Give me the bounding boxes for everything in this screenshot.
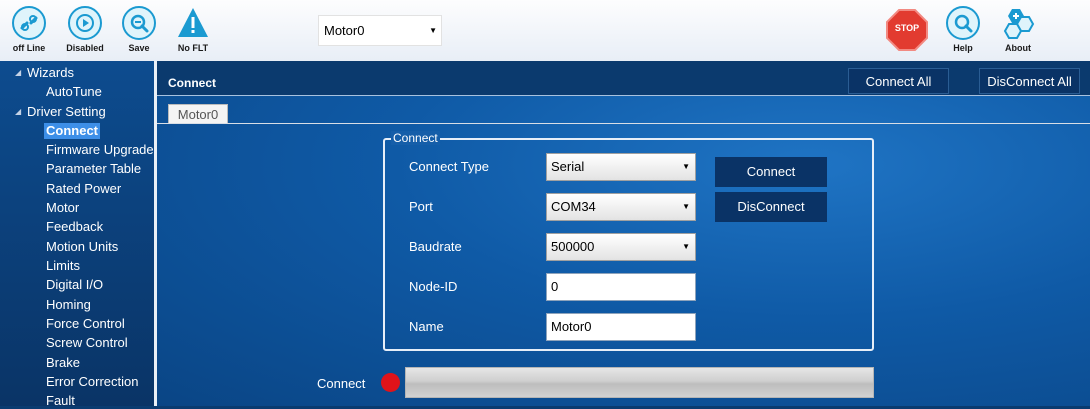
groupbox-legend: Connect <box>391 131 440 145</box>
name-label: Name <box>409 319 444 334</box>
baudrate-label: Baudrate <box>409 239 462 254</box>
sidebar-item-firmware-upgrade[interactable]: Firmware Upgrade <box>46 142 154 158</box>
sidebar-item-digital-io[interactable]: Digital I/O <box>46 277 103 293</box>
tab-divider <box>157 123 1090 124</box>
sidebar-item-rated-power[interactable]: Rated Power <box>46 181 121 197</box>
tree-group-label: Driver Setting <box>27 104 106 119</box>
warning-icon <box>176 6 210 40</box>
sidebar-item-feedback[interactable]: Feedback <box>46 219 103 235</box>
stop-label: STOP <box>894 23 920 33</box>
node-id-label: Node-ID <box>409 279 458 294</box>
tree-group-driver-setting[interactable]: ◢ Driver Setting <box>15 104 106 120</box>
connect-type-select[interactable]: Serial ▼ <box>546 153 696 181</box>
about-label: About <box>1005 43 1031 53</box>
motor-select[interactable]: Motor0 ▼ <box>318 15 442 46</box>
page-header: Connect Connect All DisConnect All <box>157 61 1090 96</box>
chevron-down-icon: ▼ <box>682 202 690 211</box>
disabled-button[interactable]: Disabled <box>60 6 110 53</box>
sidebar-item-parameter-table[interactable]: Parameter Table <box>46 161 141 177</box>
noflt-label: No FLT <box>177 43 209 53</box>
about-icon <box>1001 6 1035 40</box>
help-button[interactable]: Help <box>938 6 988 53</box>
chevron-down-icon: ▼ <box>682 242 690 251</box>
sidebar-item-motor[interactable]: Motor <box>46 200 79 216</box>
chevron-down-icon: ▼ <box>429 26 437 35</box>
connect-type-value: Serial <box>551 159 585 174</box>
help-icon <box>946 6 980 40</box>
name-field[interactable]: Motor0 <box>546 313 696 341</box>
play-disabled-icon <box>68 6 102 40</box>
port-value: COM34 <box>551 199 596 214</box>
stop-button[interactable]: STOP <box>883 8 931 52</box>
sidebar-item-motion-units[interactable]: Motion Units <box>46 239 118 255</box>
noflt-button[interactable]: No FLT <box>168 6 218 53</box>
connection-status-label: Connect <box>317 376 366 391</box>
sidebar: ◢ Wizards AutoTune ◢ Driver Setting Conn… <box>0 61 157 409</box>
sidebar-item-screw-control[interactable]: Screw Control <box>46 335 128 351</box>
stop-icon: STOP <box>885 8 929 52</box>
sidebar-item-homing[interactable]: Homing <box>46 297 91 313</box>
tab-motor0[interactable]: Motor0 <box>168 104 228 124</box>
port-label: Port <box>409 199 433 214</box>
sidebar-item-limits[interactable]: Limits <box>46 258 80 274</box>
tree-expand-icon[interactable]: ◢ <box>15 65 21 81</box>
baudrate-value: 500000 <box>551 239 595 254</box>
save-icon <box>122 6 156 40</box>
sidebar-item-force-control[interactable]: Force Control <box>46 316 125 332</box>
disconnect-all-button[interactable]: DisConnect All <box>979 68 1080 94</box>
tree-group-wizards[interactable]: ◢ Wizards <box>15 65 74 81</box>
sidebar-item-brake[interactable]: Brake <box>46 355 80 371</box>
status-led-icon <box>381 373 400 392</box>
connect-groupbox: Connect Connect Type Serial ▼ Port COM34… <box>383 131 874 351</box>
tree-group-label: Wizards <box>27 65 74 80</box>
motor-select-value: Motor0 <box>324 23 365 38</box>
sidebar-item-fault[interactable]: Fault <box>46 393 75 409</box>
node-id-field[interactable]: 0 <box>546 273 696 301</box>
tree-expand-icon[interactable]: ◢ <box>15 104 21 120</box>
connect-button[interactable]: Connect <box>715 157 827 187</box>
save-button[interactable]: Save <box>114 6 164 53</box>
main-panel: Connect Connect All DisConnect All Motor… <box>157 61 1090 406</box>
chevron-down-icon: ▼ <box>682 162 690 171</box>
baudrate-select[interactable]: 500000 ▼ <box>546 233 696 261</box>
connect-all-button[interactable]: Connect All <box>848 68 949 94</box>
sidebar-item-autotune[interactable]: AutoTune <box>46 84 102 100</box>
disconnect-button[interactable]: DisConnect <box>715 192 827 222</box>
sidebar-item-error-correction[interactable]: Error Correction <box>46 374 138 390</box>
connect-type-label: Connect Type <box>409 159 489 174</box>
toolbar: off Line Disabled Save No FLT Motor0 ▼ S… <box>0 0 1090 62</box>
connection-progress-bar <box>405 367 874 398</box>
offline-button[interactable]: off Line <box>4 6 54 53</box>
page-title: Connect <box>168 76 216 90</box>
disabled-label: Disabled <box>66 43 104 53</box>
link-icon <box>12 6 46 40</box>
save-label: Save <box>128 43 150 53</box>
sidebar-item-connect[interactable]: Connect <box>44 123 100 139</box>
port-select[interactable]: COM34 ▼ <box>546 193 696 221</box>
offline-label: off Line <box>12 43 46 53</box>
help-label: Help <box>953 43 973 53</box>
about-button[interactable]: About <box>993 6 1043 53</box>
